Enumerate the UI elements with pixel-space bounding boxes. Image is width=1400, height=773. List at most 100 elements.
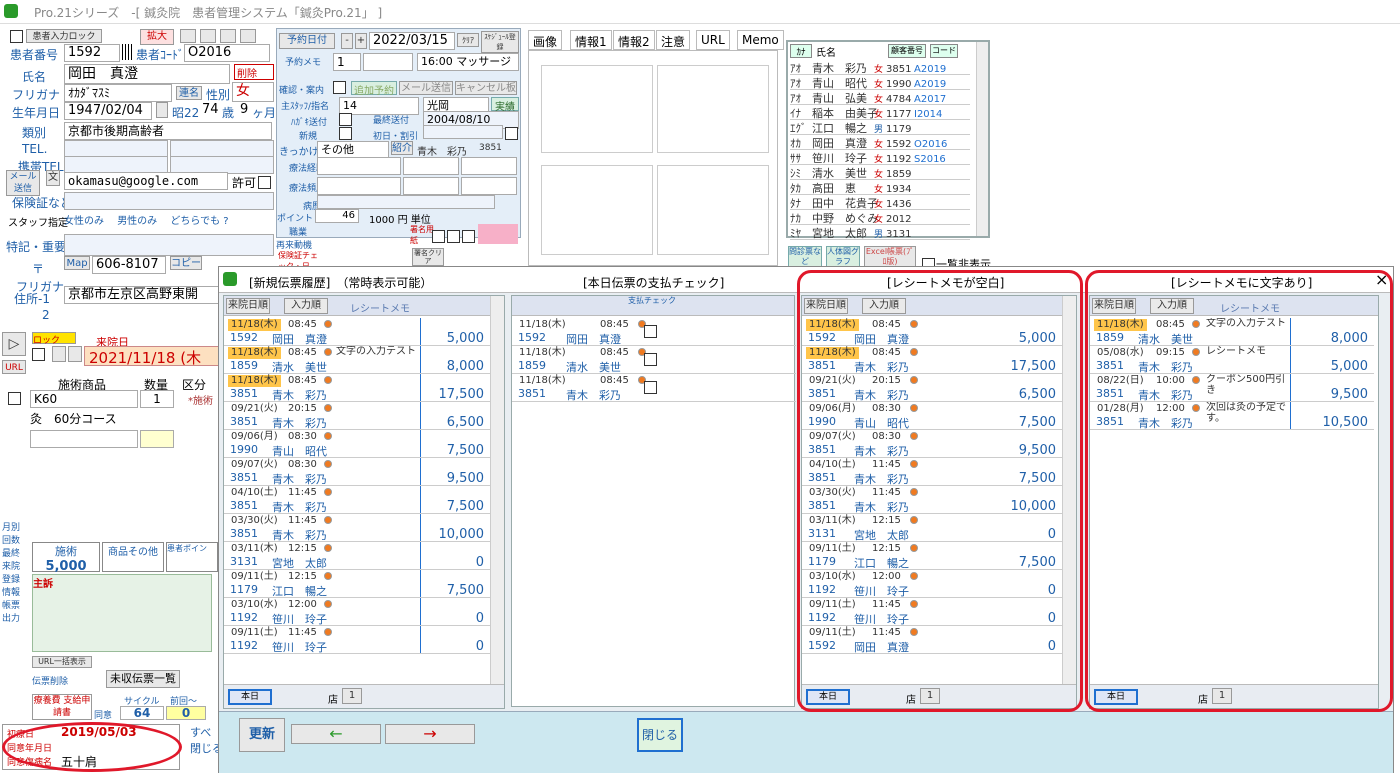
last-field[interactable]: 0 — [166, 706, 206, 720]
side-report[interactable]: 帳票出力 — [2, 600, 26, 626]
sign-clear-button[interactable]: 署名クリア — [412, 248, 444, 266]
code-sort-button[interactable]: コード — [930, 44, 958, 58]
date-minus-button[interactable]: - — [341, 33, 353, 49]
visit-next-button[interactable] — [68, 346, 82, 362]
result-button[interactable]: 実績 — [491, 97, 519, 113]
map-button[interactable]: Map — [64, 256, 90, 270]
qty-select-2[interactable] — [140, 430, 174, 448]
add-reserve-button[interactable]: 追加予約 — [351, 81, 397, 97]
postal-field[interactable]: 606-8107 — [92, 256, 166, 274]
memo-num-select[interactable]: 1 — [333, 53, 361, 71]
image-slot-2[interactable] — [657, 65, 769, 153]
exp-select-3[interactable] — [461, 157, 517, 175]
lock-checkbox[interactable] — [10, 30, 23, 43]
slip-row[interactable]: 04/10(土) 11:45 3851 青木 彩乃 7,500 — [224, 486, 490, 514]
patient-list-item[interactable]: ｱｵ 青山 昭代女 1990 A2019 — [790, 75, 970, 90]
slip-row[interactable]: 03/30(火) 11:45 3851 青木 彩乃 10,000 — [224, 514, 490, 542]
kana-joint-button[interactable]: 連名 — [176, 86, 202, 100]
new-checkbox[interactable] — [339, 127, 352, 140]
patient-list-item[interactable]: ｻｻ 笹川 玲子女 1192 S2016 — [790, 150, 970, 165]
point-field[interactable]: 46 — [315, 209, 359, 223]
name-field[interactable]: 岡田 真澄 — [64, 64, 230, 84]
nav-button-3[interactable] — [220, 29, 236, 43]
confirm-checkbox[interactable] — [333, 81, 346, 94]
image-slot-1[interactable] — [541, 65, 653, 153]
slip-row[interactable]: 09/06(月) 08:30 1990 青山 昭代 7,500 — [224, 430, 490, 458]
payment-checkbox[interactable] — [644, 353, 657, 366]
url-button[interactable]: URL — [2, 360, 26, 374]
slip-row[interactable]: 09/07(火) 08:30 3851 青木 彩乃 9,500 — [224, 458, 490, 486]
permit-checkbox[interactable] — [258, 176, 271, 189]
url-all-button[interactable]: URL一括表示 — [32, 656, 92, 668]
kana-sort-button[interactable]: ｶﾅ — [790, 44, 812, 58]
slip-row[interactable]: 03/10(水) 12:00 1192 笹川 玲子 0 — [224, 598, 490, 626]
visit-prev-button[interactable] — [52, 346, 66, 362]
staff-pref-radios[interactable]: 女性のみ 男性のみ どちらでも ? — [64, 212, 274, 227]
side-register[interactable]: 登録情報 — [2, 574, 26, 600]
today-button[interactable]: 本日 — [228, 689, 272, 705]
side-nav[interactable]: 月別回数 最終来院 登録情報 帳票出力 — [2, 522, 26, 626]
body-graph-button[interactable]: 人体図グラフ — [826, 246, 860, 268]
radio-female[interactable]: 女性のみ — [64, 216, 104, 227]
cycle-field[interactable]: 64 — [120, 706, 164, 720]
expand-button[interactable]: 拡大 — [140, 29, 174, 45]
image-slot-4[interactable] — [657, 165, 769, 255]
postcard-checkbox[interactable] — [339, 113, 352, 126]
visit-checkbox[interactable] — [32, 348, 45, 361]
memo-select-2[interactable] — [363, 53, 413, 71]
sign-checkbox-1[interactable] — [432, 230, 445, 243]
email-field[interactable]: okamasu@google.com — [64, 172, 228, 190]
patient-list-item[interactable]: ｵｶ 岡田 真澄女 1592 O2016 — [790, 135, 970, 150]
mail-template-icon[interactable]: 文 — [46, 170, 60, 186]
delete-flag[interactable]: 削除 — [234, 64, 274, 80]
nav-button-1[interactable] — [180, 29, 196, 43]
clear-button[interactable]: ｸﾘｱ — [457, 33, 479, 47]
gender-select[interactable]: 女 — [232, 82, 274, 102]
patient-list-scrollbar[interactable] — [976, 42, 988, 236]
freq-select-2[interactable] — [403, 177, 459, 195]
slip-row[interactable]: 03/11(木) 12:15 3131 宮地 太郎 0 — [224, 542, 490, 570]
patient-list-item[interactable]: ﾐﾔ 宮地 太郎男 3131 — [790, 225, 970, 240]
update-button[interactable]: 更新 — [239, 718, 285, 752]
side-checkbox[interactable] — [8, 392, 21, 405]
freq-select[interactable] — [317, 177, 401, 195]
uncollected-button[interactable]: 未収伝票一覧 — [106, 670, 180, 688]
customer-no-button[interactable]: 顧客番号 — [888, 44, 926, 58]
first-discount-field[interactable] — [423, 125, 503, 139]
tab-info2[interactable]: 情報2 — [613, 30, 655, 50]
payment-checkbox[interactable] — [644, 381, 657, 394]
patient-code-field[interactable]: O2016 — [184, 44, 270, 62]
medical-claim-button[interactable]: 療養費 支給申請書 — [32, 694, 92, 720]
address1-field[interactable]: 京都市左京区高野東開 — [64, 286, 220, 304]
schedule-button[interactable]: ｽｹｼﾞｭｰﾙ登録 — [481, 31, 519, 53]
sort-by-input-button[interactable]: 入力順 — [284, 298, 328, 314]
slip-row[interactable]: 11/18(木) 08:45 1592 岡田 真澄 5,000 — [224, 318, 490, 346]
main-complaint-box[interactable]: 主訴 — [32, 574, 212, 652]
insurance-field[interactable] — [64, 192, 274, 210]
sign-checkbox-3[interactable] — [462, 230, 475, 243]
slip-row[interactable]: 11/18(木) 08:45 3851 青木 彩乃 — [512, 374, 796, 402]
product-select[interactable]: K60 — [30, 390, 138, 408]
tab-memo[interactable]: Memo — [737, 30, 784, 50]
patient-list-item[interactable]: ﾀｶ 高田 恵 女 1934 — [790, 180, 970, 195]
slip-row[interactable]: 11/18(木) 08:45 3851 青木 彩乃 17,500 — [224, 374, 490, 402]
patient-list-item[interactable]: ｲﾅ 稲本 由美子女 1177 I2014 — [790, 105, 970, 120]
slip-row[interactable]: 11/18(木) 08:45 1859 清水 美世 文字の入力テスト 8,000 — [224, 346, 490, 374]
nav-button-4[interactable] — [240, 29, 256, 43]
mail-send-button[interactable]: メール送信 — [6, 170, 40, 196]
side-last-visit[interactable]: 最終来院 — [2, 548, 26, 574]
questionnaire-button[interactable]: 問診票など — [788, 246, 822, 268]
slip-row[interactable]: 11/18(木) 08:45 1592 岡田 真澄 — [512, 318, 796, 346]
notes-field[interactable] — [64, 234, 274, 256]
copy-button[interactable]: コピー — [170, 256, 202, 270]
panel1-scrollbar[interactable] — [490, 296, 504, 684]
reserve-memo-field[interactable]: 16:00 マッサージ — [417, 53, 519, 71]
play-icon[interactable]: ▷ — [2, 332, 26, 356]
patient-lock-button[interactable]: 患者入力ロック — [26, 29, 102, 43]
reserve-date-button[interactable]: 予約日付 — [279, 33, 335, 49]
patient-list-item[interactable]: ﾅｶ 中野 めぐみ女 2012 — [790, 210, 970, 225]
era-button[interactable] — [156, 102, 168, 118]
radio-male[interactable]: 男性のみ — [117, 216, 157, 227]
tab-notice[interactable]: 注意 — [656, 30, 691, 50]
qty-select[interactable]: 1 — [140, 390, 174, 408]
